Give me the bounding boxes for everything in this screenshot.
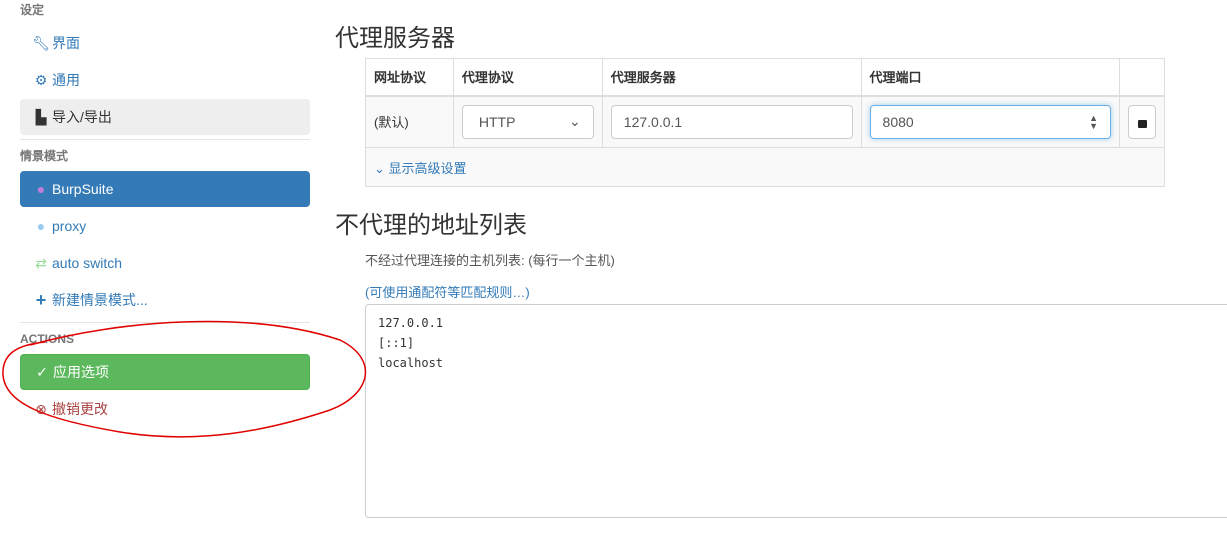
wrench-icon: 🔧︎ <box>32 35 50 51</box>
chevron-down-icon: ⌄ <box>569 113 581 130</box>
sidebar-item-interface[interactable]: 🔧︎ 界面 <box>20 25 310 61</box>
chevron-down-icon: ⌄ <box>374 160 385 176</box>
spinner-icon[interactable]: ▲ ▼ <box>1089 113 1098 130</box>
main: 代理服务器 网址协议 代理协议 代理服务器 代理端口 (默认) HTTP ⌄ 12… <box>335 0 1165 301</box>
check-circle-icon: ✓ <box>36 364 48 380</box>
globe-icon: ● <box>36 181 46 197</box>
floppy-icon: ▙ <box>35 109 47 125</box>
wildcard-rules-link[interactable]: (可使用通配符等匹配规则…) <box>365 282 1165 301</box>
sidebar: 设定 🔧︎ 界面 ⚙ 通用 ▙ 导入/导出 情景模式 ● BurpSuite ● prox… <box>20 0 310 428</box>
apply-options-button[interactable]: ✓ 应用选项 <box>20 354 310 390</box>
gear-icon: ⚙ <box>34 72 48 88</box>
sidebar-item-general[interactable]: ⚙ 通用 <box>20 62 310 98</box>
globe-icon: ● <box>36 218 46 234</box>
divider <box>20 139 310 140</box>
col-header: 代理协议 <box>452 58 603 97</box>
bypass-description: 不经过代理连接的主机列表: (每行一个主机) <box>365 253 615 268</box>
proxy-table: 网址协议 代理协议 代理服务器 代理端口 (默认) HTTP ⌄ 127.0.0.… <box>365 58 1165 187</box>
retweet-icon: ⇄ <box>35 255 47 271</box>
port-input[interactable]: 8080 ▲ ▼ <box>869 104 1111 139</box>
profiles-header: 情景模式 <box>20 149 69 163</box>
times-circle-icon: ⊗ <box>35 401 47 417</box>
lock-button[interactable] <box>1128 104 1156 139</box>
proxy-title: 代理服务器 <box>335 25 455 52</box>
divider <box>20 322 310 323</box>
protocol-select[interactable]: HTTP ⌄ <box>461 104 594 139</box>
new-profile-button[interactable]: + 新建情景模式... <box>20 282 310 318</box>
bypass-list-textarea[interactable] <box>365 304 1227 518</box>
scheme-cell: (默认) <box>365 95 454 148</box>
sidebar-item-import-export[interactable]: ▙ 导入/导出 <box>20 99 310 135</box>
sidebar-item-burpsuite[interactable]: ● BurpSuite <box>20 171 310 207</box>
col-header: 代理服务器 <box>601 58 862 97</box>
settings-header: 设定 <box>20 3 45 17</box>
show-advanced-link[interactable]: ⌄ 显示高级设置 <box>374 161 467 176</box>
server-input[interactable]: 127.0.0.1 <box>610 104 853 139</box>
sidebar-item-proxy[interactable]: ● proxy <box>20 208 310 244</box>
bypass-title: 不代理的地址列表 <box>335 212 527 239</box>
actions-header: ACTIONS <box>20 332 74 346</box>
col-header: 代理端口 <box>860 58 1121 97</box>
discard-changes-button[interactable]: ⊗ 撤销更改 <box>20 391 310 427</box>
plus-icon: + <box>35 290 47 310</box>
sidebar-item-auto-switch[interactable]: ⇄ auto switch <box>20 245 310 281</box>
lock-icon <box>1137 119 1147 128</box>
col-header: 网址协议 <box>365 58 454 97</box>
